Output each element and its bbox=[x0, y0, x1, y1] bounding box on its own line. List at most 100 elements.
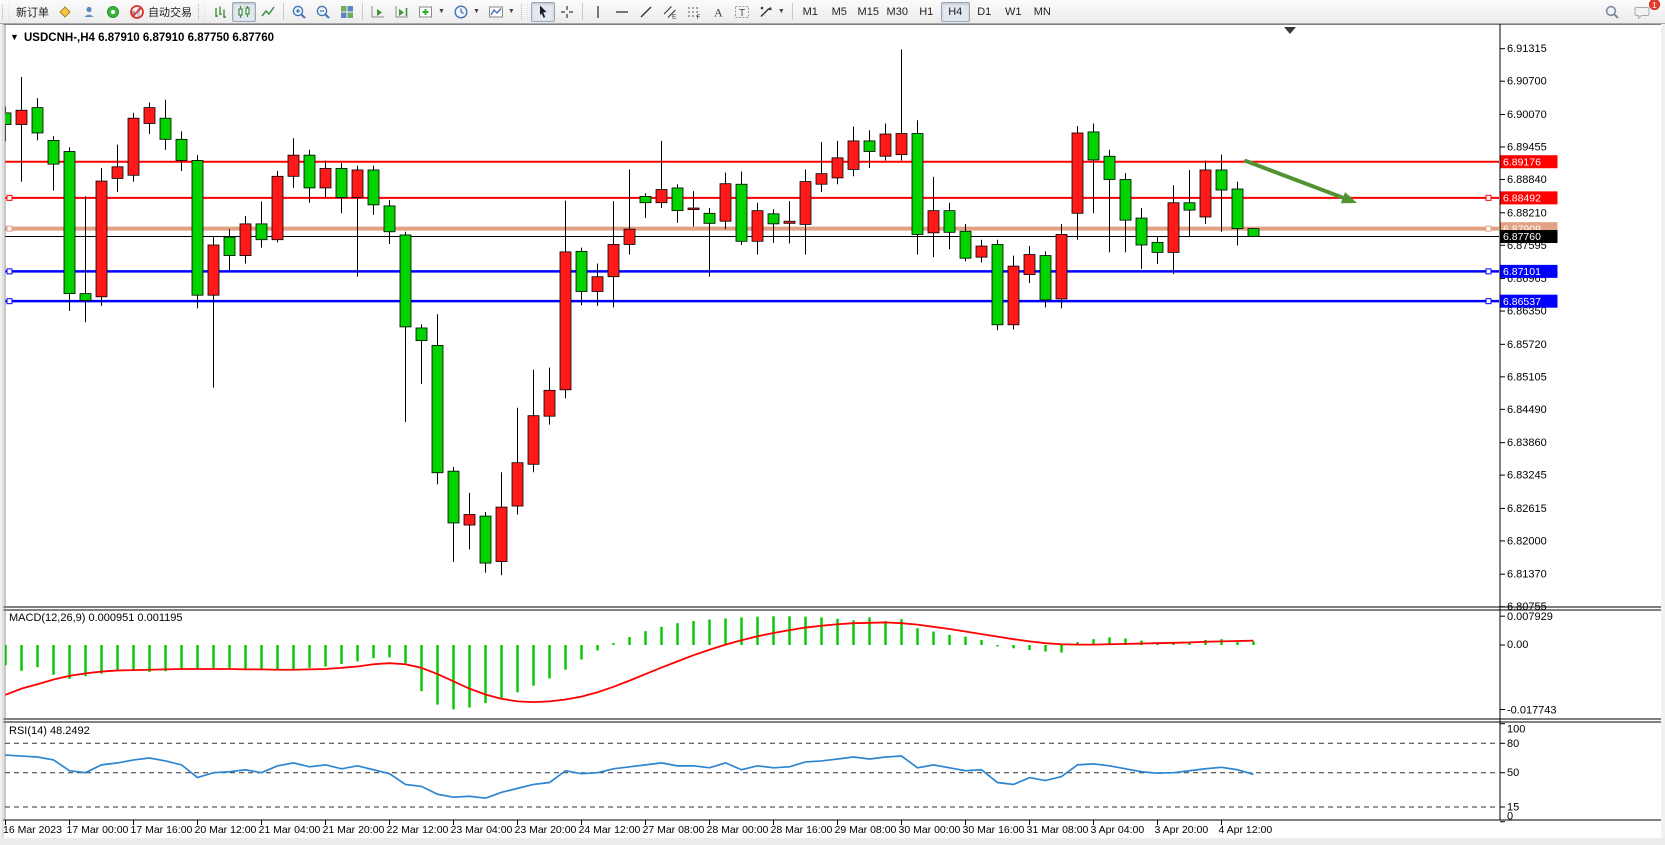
svg-text:3 Apr 04:00: 3 Apr 04:00 bbox=[1091, 824, 1145, 836]
auto-trading-label: 自动交易 bbox=[148, 4, 192, 20]
channel-button[interactable]: E bbox=[658, 2, 682, 22]
main-toolbar: 新订单 自动交易 ▼ ▼ bbox=[0, 0, 1665, 24]
svg-text:6.83860: 6.83860 bbox=[1507, 437, 1547, 449]
toolbar-separator bbox=[362, 3, 363, 20]
svg-text:6.90070: 6.90070 bbox=[1507, 109, 1547, 121]
shapes-button[interactable]: ▼ bbox=[754, 2, 789, 22]
fibonacci-icon: F bbox=[686, 4, 702, 20]
timeframe-button-W1[interactable]: W1 bbox=[999, 2, 1028, 22]
cursor-button[interactable] bbox=[531, 2, 555, 22]
auto-scroll-button[interactable] bbox=[366, 2, 390, 22]
periods-button[interactable]: ▼ bbox=[449, 2, 484, 22]
community-button[interactable] bbox=[77, 2, 101, 22]
line-chart-button[interactable] bbox=[256, 2, 280, 22]
svg-text:6.85720: 6.85720 bbox=[1507, 339, 1547, 351]
svg-text:6.88840: 6.88840 bbox=[1507, 174, 1547, 186]
vertical-line-button[interactable] bbox=[586, 2, 610, 22]
svg-text:6.91315: 6.91315 bbox=[1507, 43, 1547, 55]
chart-canvas[interactable]: ▼ USDCNH-,H4 6.87910 6.87910 6.87750 6.87… bbox=[0, 0, 1665, 845]
svg-text:-0.017743: -0.017743 bbox=[1507, 705, 1557, 717]
toolbar-separator bbox=[792, 3, 793, 20]
text-icon: A bbox=[710, 4, 726, 20]
search-button[interactable] bbox=[1600, 2, 1624, 22]
svg-text:0: 0 bbox=[1507, 811, 1513, 823]
timeframe-button-MN[interactable]: MN bbox=[1028, 2, 1057, 22]
svg-text:4 Apr 12:00: 4 Apr 12:00 bbox=[1219, 824, 1273, 836]
cursor-arrow-icon bbox=[535, 4, 551, 20]
svg-text:31 Mar 08:00: 31 Mar 08:00 bbox=[1027, 824, 1089, 836]
price-tag-6.87101: 6.87101 bbox=[1501, 265, 1558, 278]
fibonacci-button[interactable]: F bbox=[682, 2, 706, 22]
timeframe-button-M5[interactable]: M5 bbox=[825, 2, 854, 22]
svg-text:6.84490: 6.84490 bbox=[1507, 404, 1547, 416]
svg-text:21 Mar 04:00: 21 Mar 04:00 bbox=[259, 824, 321, 836]
price-tag-6.88492: 6.88492 bbox=[1501, 191, 1558, 204]
svg-text:6.90700: 6.90700 bbox=[1507, 76, 1547, 88]
trendline-button[interactable] bbox=[634, 2, 658, 22]
svg-text:23 Mar 20:00: 23 Mar 20:00 bbox=[515, 824, 577, 836]
horizontal-line-button[interactable] bbox=[610, 2, 634, 22]
svg-text:6.89455: 6.89455 bbox=[1507, 141, 1547, 153]
svg-text:21 Mar 20:00: 21 Mar 20:00 bbox=[323, 824, 385, 836]
text-button[interactable]: A bbox=[706, 2, 730, 22]
chart-shift-button[interactable] bbox=[390, 2, 414, 22]
toolbar-grip bbox=[198, 4, 205, 19]
timeframe-button-H4[interactable]: H4 bbox=[941, 2, 970, 22]
svg-text:29 Mar 08:00: 29 Mar 08:00 bbox=[835, 824, 897, 836]
dropdown-caret-icon: ▼ bbox=[473, 8, 480, 15]
auto-scroll-icon bbox=[370, 4, 386, 20]
timeframe-button-M1[interactable]: M1 bbox=[796, 2, 825, 22]
svg-text:6.87760: 6.87760 bbox=[1503, 231, 1541, 243]
svg-text:6.86537: 6.86537 bbox=[1503, 296, 1541, 308]
crosshair-button[interactable] bbox=[555, 2, 579, 22]
svg-text:17 Mar 00:00: 17 Mar 00:00 bbox=[67, 824, 129, 836]
tile-windows-icon bbox=[339, 4, 355, 20]
timeframe-group: M1M5M15M30H1H4D1W1MN bbox=[796, 2, 1057, 22]
tile-windows-button[interactable] bbox=[335, 2, 359, 22]
price-tag-6.89176: 6.89176 bbox=[1501, 155, 1558, 168]
svg-text:USDCNH-,H4 6.87910 6.87910 6.: USDCNH-,H4 6.87910 6.87910 6.87750 6.877… bbox=[24, 32, 274, 44]
svg-text:20 Mar 12:00: 20 Mar 12:00 bbox=[195, 824, 257, 836]
candlestick-chart-button[interactable] bbox=[232, 2, 256, 22]
crosshair-icon bbox=[559, 4, 575, 20]
toolbar-separator bbox=[283, 3, 284, 20]
svg-text:6.85105: 6.85105 bbox=[1507, 371, 1547, 383]
price-tag-6.86537: 6.86537 bbox=[1501, 295, 1558, 308]
toolbar-grip bbox=[521, 4, 528, 19]
timeframe-button-M15[interactable]: M15 bbox=[854, 2, 883, 22]
timeframe-button-M30[interactable]: M30 bbox=[883, 2, 912, 22]
templates-button[interactable]: ▼ bbox=[484, 2, 519, 22]
text-label-icon: T bbox=[734, 4, 750, 20]
equidistant-channel-icon: E bbox=[662, 4, 678, 20]
timeframe-button-D1[interactable]: D1 bbox=[970, 2, 999, 22]
svg-text:22 Mar 12:00: 22 Mar 12:00 bbox=[387, 824, 449, 836]
horizontal-line-icon bbox=[614, 4, 630, 20]
svg-text:6.82000: 6.82000 bbox=[1507, 535, 1547, 547]
broadcast-icon bbox=[105, 4, 121, 20]
new-order-button[interactable]: 新订单 bbox=[12, 2, 53, 22]
svg-text:E: E bbox=[672, 13, 677, 20]
signals-button[interactable] bbox=[101, 2, 125, 22]
price-tag-6.87760: 6.87760 bbox=[1501, 230, 1558, 243]
history-center-button[interactable] bbox=[53, 2, 77, 22]
svg-text:A: A bbox=[714, 5, 723, 19]
timeframe-button-H1[interactable]: H1 bbox=[912, 2, 941, 22]
svg-text:27 Mar 08:00: 27 Mar 08:00 bbox=[643, 824, 705, 836]
zoom-in-button[interactable] bbox=[287, 2, 311, 22]
vertical-line-icon bbox=[590, 4, 606, 20]
auto-trading-button[interactable]: 自动交易 bbox=[125, 2, 196, 22]
svg-text:100: 100 bbox=[1507, 724, 1525, 736]
auto-trading-icon bbox=[129, 4, 145, 20]
notification-badge[interactable]: 1 bbox=[1649, 0, 1660, 10]
label-button[interactable]: T bbox=[730, 2, 754, 22]
yellow-diamond-icon bbox=[57, 4, 73, 20]
svg-text:▼: ▼ bbox=[10, 32, 19, 42]
indicators-button[interactable]: ▼ bbox=[414, 2, 449, 22]
svg-text:6.83245: 6.83245 bbox=[1507, 470, 1547, 482]
dropdown-caret-icon: ▼ bbox=[438, 8, 445, 15]
svg-text:6.88210: 6.88210 bbox=[1507, 207, 1547, 219]
arrows-shapes-icon bbox=[758, 4, 774, 20]
zoom-out-button[interactable] bbox=[311, 2, 335, 22]
bar-chart-button[interactable] bbox=[208, 2, 232, 22]
svg-text:3 Apr 20:00: 3 Apr 20:00 bbox=[1155, 824, 1209, 836]
